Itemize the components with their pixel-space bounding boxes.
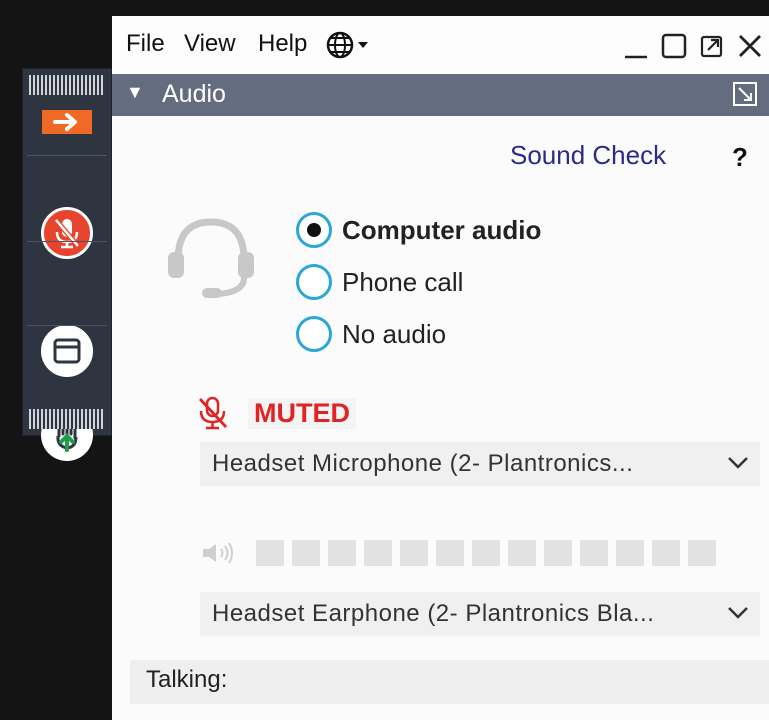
speaker-select-value: Headset Earphone (2- Plantronics Bla... bbox=[212, 600, 655, 627]
muted-label: MUTED bbox=[248, 397, 356, 429]
level-segment bbox=[400, 540, 428, 566]
menu-help[interactable]: Help bbox=[258, 30, 307, 58]
maximize-icon[interactable] bbox=[661, 33, 687, 59]
talking-label: Talking: bbox=[146, 666, 228, 693]
level-bars bbox=[256, 540, 716, 566]
radio-label: No audio bbox=[342, 318, 447, 349]
radio-no-audio[interactable]: No audio bbox=[296, 316, 446, 352]
control-toolbar bbox=[22, 68, 112, 461]
window-icon bbox=[41, 325, 93, 377]
menu-file[interactable]: File bbox=[126, 30, 165, 58]
level-segment bbox=[364, 540, 392, 566]
radio-label: Phone call bbox=[342, 266, 464, 297]
audio-section-header[interactable]: ▼ Audio bbox=[112, 74, 769, 116]
restore-icon[interactable] bbox=[699, 33, 725, 59]
speaker-level-meter bbox=[200, 540, 716, 566]
chevron-down-icon[interactable] bbox=[726, 454, 750, 472]
show-hide-panel-button[interactable] bbox=[23, 107, 111, 137]
minimize-icon[interactable] bbox=[623, 33, 649, 59]
speaker-icon bbox=[200, 541, 236, 565]
globe-icon[interactable] bbox=[326, 30, 372, 60]
radio-phone-call[interactable]: Phone call bbox=[296, 264, 463, 300]
close-icon[interactable] bbox=[737, 33, 763, 59]
window-controls bbox=[623, 30, 763, 62]
microphone-select[interactable]: Headset Microphone (2- Plantronics... bbox=[200, 442, 760, 486]
microphone-select-value: Headset Microphone (2- Plantronics... bbox=[212, 450, 634, 477]
radio-button-selected[interactable] bbox=[296, 212, 332, 248]
mic-muted-icon[interactable] bbox=[196, 395, 230, 431]
audio-section-title: Audio bbox=[162, 80, 226, 108]
level-segment bbox=[544, 540, 572, 566]
speaker-select[interactable]: Headset Earphone (2- Plantronics Bla... bbox=[200, 592, 760, 636]
toolbar-grip-top[interactable] bbox=[29, 75, 105, 95]
chevron-down-icon[interactable] bbox=[726, 604, 750, 622]
screen-share-button[interactable] bbox=[23, 321, 111, 381]
collapse-caret-icon[interactable]: ▼ bbox=[126, 82, 144, 103]
level-segment bbox=[580, 540, 608, 566]
headset-icon bbox=[164, 208, 258, 304]
mute-status[interactable]: MUTED bbox=[196, 392, 356, 434]
toolbar-divider bbox=[27, 325, 107, 326]
unmute-button[interactable] bbox=[23, 203, 111, 263]
level-segment bbox=[328, 540, 356, 566]
radio-label: Computer audio bbox=[342, 214, 542, 245]
level-segment bbox=[256, 540, 284, 566]
toolbar-divider bbox=[27, 155, 107, 156]
level-segment bbox=[616, 540, 644, 566]
toolbar-grip-bottom[interactable] bbox=[29, 409, 105, 429]
arrow-right-icon bbox=[42, 110, 92, 134]
menu-view[interactable]: View bbox=[184, 30, 236, 58]
menu-bar: File View Help bbox=[112, 16, 769, 74]
sound-check-link[interactable]: Sound Check bbox=[510, 140, 666, 171]
level-segment bbox=[472, 540, 500, 566]
radio-button[interactable] bbox=[296, 316, 332, 352]
radio-button[interactable] bbox=[296, 264, 332, 300]
radio-computer-audio[interactable]: Computer audio bbox=[296, 212, 541, 248]
toolbar-divider bbox=[27, 241, 107, 242]
audio-control-panel: File View Help ▼ Audio Sound Check ? Com… bbox=[112, 16, 769, 720]
level-segment bbox=[508, 540, 536, 566]
level-segment bbox=[652, 540, 680, 566]
level-segment bbox=[292, 540, 320, 566]
help-button[interactable]: ? bbox=[732, 142, 748, 173]
mic-muted-icon bbox=[41, 207, 93, 259]
level-segment bbox=[436, 540, 464, 566]
popout-icon[interactable] bbox=[733, 82, 757, 106]
level-segment bbox=[688, 540, 716, 566]
